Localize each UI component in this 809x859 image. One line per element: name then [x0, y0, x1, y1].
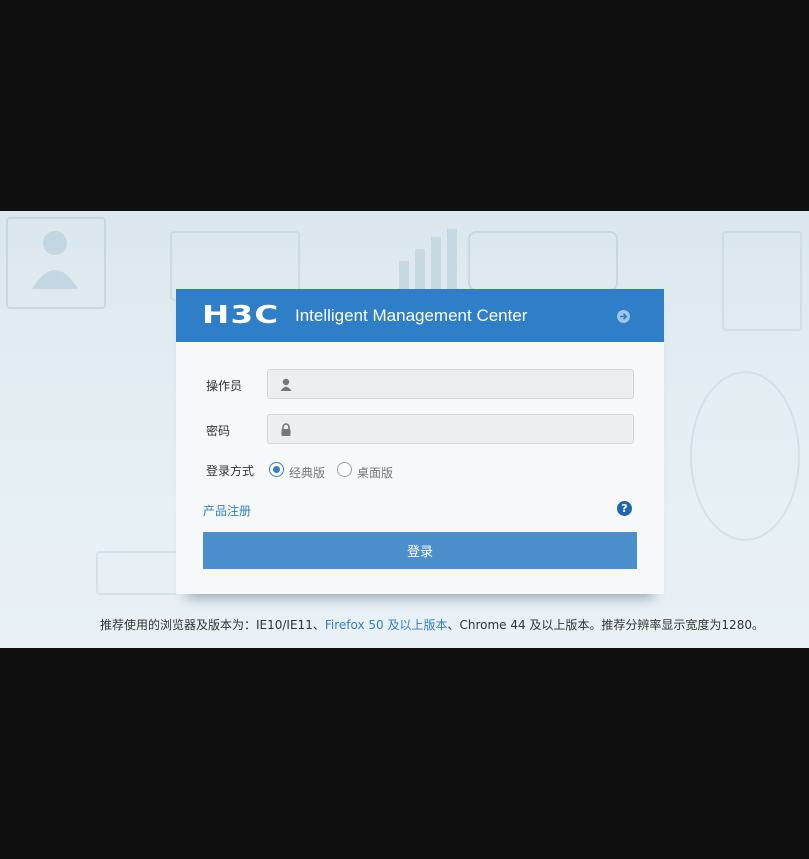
login-mode-classic-radio[interactable]: [269, 462, 284, 477]
decorative-frame: [690, 371, 800, 541]
login-button[interactable]: 登录: [203, 532, 637, 569]
login-card: H3C Intelligent Management Center 操作员 密码…: [176, 289, 664, 594]
note-part-3: 、Chrome 44 及以上版本。推荐分辨率显示宽度为1280。: [447, 618, 764, 632]
decorative-frame: [722, 231, 802, 331]
login-card-header: H3C Intelligent Management Center: [176, 289, 664, 342]
operator-input[interactable]: [298, 374, 628, 394]
decorative-frame: [96, 551, 180, 595]
h3c-logo: H3C: [202, 300, 280, 329]
lock-icon: [281, 423, 291, 436]
login-mode-desktop-label[interactable]: 桌面版: [357, 464, 393, 481]
product-register-link[interactable]: 产品注册: [203, 502, 251, 519]
arrow-right-circle-icon[interactable]: [617, 310, 630, 323]
login-mode-classic-label[interactable]: 经典版: [289, 464, 325, 481]
bar-chart-illustration-icon: [399, 229, 457, 289]
note-part-1: 推荐使用的浏览器及版本为：IE10/IE11、: [100, 618, 325, 632]
password-field[interactable]: [267, 414, 634, 444]
decorative-frame: [468, 231, 618, 291]
password-input[interactable]: [298, 419, 628, 439]
user-icon: [280, 378, 292, 391]
browser-recommendation-note: 推荐使用的浏览器及版本为：IE10/IE11、Firefox 50 及以上版本、…: [100, 616, 764, 633]
login-mode-label: 登录方式: [206, 464, 255, 478]
password-label: 密码: [206, 424, 231, 438]
login-mode-desktop-radio[interactable]: [337, 462, 352, 477]
app-title: Intelligent Management Center: [295, 306, 528, 325]
note-part-2-highlight: Firefox 50 及以上版本: [324, 618, 448, 632]
operator-field[interactable]: [267, 369, 634, 399]
person-illustration-icon: [32, 231, 78, 289]
operator-label: 操作员: [206, 379, 243, 393]
help-circle-icon[interactable]: ?: [617, 501, 632, 516]
